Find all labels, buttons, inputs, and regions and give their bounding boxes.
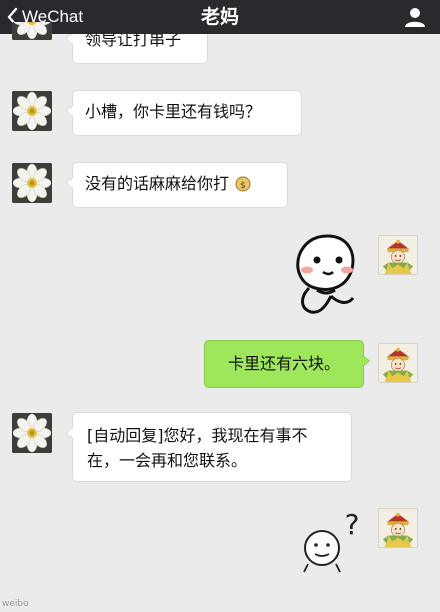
thinking-face-sticker[interactable] [287, 232, 367, 316]
contact-avatar[interactable] [12, 91, 52, 131]
weibo-watermark: weibo [2, 599, 29, 609]
svg-text:$: $ [240, 181, 246, 191]
person-icon [404, 8, 426, 32]
money-bag-emoji: $ [234, 174, 252, 200]
chat-title: 老妈 [200, 6, 239, 28]
user-avatar[interactable] [378, 508, 418, 548]
message-text: 没有的话麻麻给你打 [85, 174, 230, 193]
message-bubble-sent[interactable]: 卡里还有六块。 [204, 340, 370, 388]
top-navigation-bar: WeChat 老妈 [0, 0, 440, 34]
confused-face-sticker[interactable]: ? [300, 508, 366, 576]
message-text: [自动回复]您好，我现在有事不在，一会再和您联系。 [87, 426, 308, 470]
contact-avatar[interactable] [12, 163, 52, 203]
message-text: 小槽，你卡里还有钱吗？ [85, 102, 262, 121]
message-bubble-received[interactable]: 小槽，你卡里还有钱吗？ [66, 90, 302, 136]
message-bubble-received[interactable]: [自动回复]您好，我现在有事不在，一会再和您联系。 [66, 412, 352, 482]
contact-info-button[interactable] [404, 6, 426, 28]
message-text: 卡里还有六块。 [227, 354, 340, 373]
user-avatar[interactable] [378, 235, 418, 275]
contact-avatar[interactable] [12, 413, 52, 453]
user-avatar[interactable] [378, 343, 418, 383]
contact-avatar[interactable] [12, 22, 52, 40]
message-bubble-received[interactable]: 没有的话麻麻给你打 $ [66, 162, 288, 208]
svg-text:?: ? [345, 508, 360, 541]
